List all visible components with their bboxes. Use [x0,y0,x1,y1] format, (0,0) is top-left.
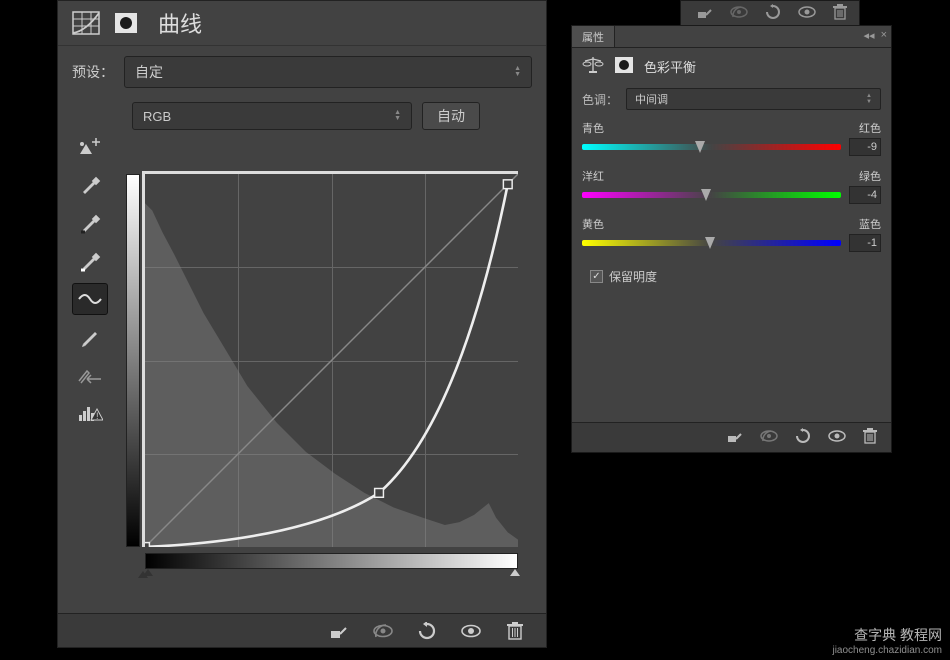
eyedropper-white-icon[interactable] [72,245,108,277]
tone-value: 中间调 [635,91,668,107]
slider-value[interactable]: -4 [849,186,881,204]
input-ramp[interactable] [145,553,518,569]
checkbox-checked-icon[interactable]: ✓ [590,270,603,283]
slider-right-label: 绿色 [859,168,881,184]
smooth-icon[interactable] [72,359,108,391]
curves-graph[interactable] [128,171,532,581]
output-caret-icon [138,571,148,578]
panel-tabs: 属性 ◂◂ × [572,26,891,48]
close-icon[interactable]: × [881,29,887,42]
watermark-sub: jiaocheng.chazidian.com [832,645,942,656]
tone-label: 色调： [582,91,618,108]
slider-thumb[interactable] [701,189,711,201]
reset-icon[interactable] [414,618,440,644]
dropdown-arrows-icon: ▲▼ [394,110,401,122]
slider-thumb[interactable] [705,237,715,249]
preset-select[interactable]: 自定 ▲▼ [124,56,532,88]
trash-icon[interactable] [502,618,528,644]
watermark: 查字典 教程网 jiaocheng.chazidian.com [824,621,950,660]
slider-track[interactable] [582,144,841,150]
white-point-slider[interactable] [510,569,520,576]
curves-header: 曲线 [58,1,546,46]
slider-2: 黄色 蓝色 -1 [572,210,891,258]
preset-row: 预设： 自定 ▲▼ [58,46,546,98]
layer-mask-icon [112,10,140,36]
channel-value: RGB [143,109,171,124]
trash-icon[interactable] [863,428,877,447]
slider-track[interactable] [582,192,841,198]
preserve-label: 保留明度 [609,268,657,285]
slider-right-label: 蓝色 [859,216,881,232]
reset-icon[interactable] [765,4,781,23]
tone-select[interactable]: 中间调 ▲▼ [626,88,881,110]
panel-title: 曲线 [158,7,202,39]
tone-row: 色调： 中间调 ▲▼ [572,84,891,114]
auto-button[interactable]: 自动 [422,102,480,130]
layer-panel-footer-top [680,0,860,26]
curve-line[interactable] [145,174,518,547]
view-previous-icon[interactable] [370,618,396,644]
dropdown-arrows-icon: ▲▼ [866,93,872,105]
view-previous-icon[interactable] [759,429,779,446]
curves-panel: 曲线 预设： 自定 ▲▼ RGB ▲▼ 自动 ! [57,0,547,648]
properties-bottom-bar [572,422,891,452]
channel-select[interactable]: RGB ▲▼ [132,102,412,130]
view-previous-icon[interactable] [729,5,749,22]
output-ramp[interactable] [126,174,140,547]
targeted-adjust-icon[interactable] [72,131,108,163]
visibility-icon[interactable] [797,5,817,22]
svg-text:!: ! [96,411,99,421]
pencil-draw-icon[interactable] [72,321,108,353]
clip-icon[interactable] [697,5,713,22]
slider-0: 青色 红色 -9 [572,114,891,162]
color-balance-adjustment-icon [582,55,604,78]
slider-value[interactable]: -1 [849,234,881,252]
slider-track[interactable] [582,240,841,246]
slider-left-label: 青色 [582,120,604,136]
clip-to-layer-icon[interactable] [727,429,743,446]
preserve-luminosity-row[interactable]: ✓ 保留明度 [572,258,891,295]
curves-adjustment-icon [72,10,100,36]
layer-mask-icon [614,56,634,77]
slider-left-label: 洋红 [582,168,604,184]
curves-tool-column: ! [72,131,112,429]
eyedropper-sample-icon[interactable] [72,169,108,201]
reset-icon[interactable] [795,428,811,447]
panel-menu: ◂◂ × [864,29,887,42]
properties-header: 色彩平衡 [572,48,891,84]
visibility-icon[interactable] [458,618,484,644]
curve-edit-icon[interactable] [72,283,108,315]
clip-to-layer-icon[interactable] [326,618,352,644]
eyedropper-black-icon[interactable] [72,207,108,239]
curves-bottom-bar [58,613,546,647]
visibility-icon[interactable] [827,429,847,446]
properties-panel: 属性 ◂◂ × 色彩平衡 色调： 中间调 ▲▼ 青色 红色 -9 洋红 绿色 -4 黄色 蓝色… [571,25,892,453]
histogram-warning-icon[interactable]: ! [72,397,108,429]
watermark-main: 查字典 教程网 [854,627,942,643]
trash-icon[interactable] [833,4,847,23]
preset-value: 自定 [135,62,163,82]
slider-left-label: 黄色 [582,216,604,232]
dropdown-arrows-icon: ▲▼ [514,66,521,78]
preset-label: 预设： [72,62,114,82]
color-sliders: 青色 红色 -9 洋红 绿色 -4 黄色 蓝色 -1 [572,114,891,258]
slider-1: 洋红 绿色 -4 [572,162,891,210]
slider-value[interactable]: -9 [849,138,881,156]
tab-properties[interactable]: 属性 [572,26,615,47]
slider-thumb[interactable] [695,141,705,153]
collapse-icon[interactable]: ◂◂ [864,29,875,42]
channel-row: RGB ▲▼ 自动 [118,98,546,134]
properties-title: 色彩平衡 [644,57,696,76]
slider-right-label: 红色 [859,120,881,136]
